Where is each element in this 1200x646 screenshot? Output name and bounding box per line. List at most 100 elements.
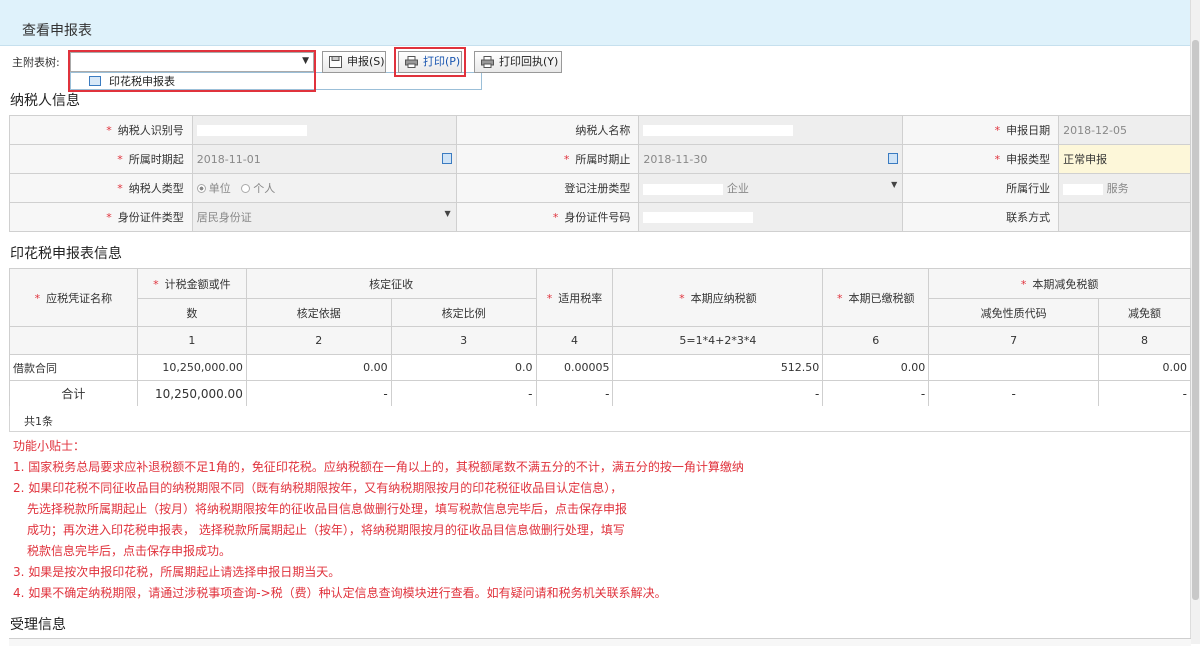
cell-relief-code[interactable] (928, 354, 1100, 381)
tip-2-line-3: 成功；再次进入印花税申报表， 选择税款所属期起止（按年），将纳税期限按月的征收品… (27, 523, 625, 537)
col-number-3: 3 (390, 326, 537, 355)
print-receipt-button[interactable]: 打印回执(Y) (474, 51, 562, 73)
contact-label: 联系方式 (902, 202, 1060, 232)
tip-3: 3. 如果是按次申报印花税，所属期起止请选择申报日期当天。 (13, 565, 341, 579)
declare-type-field[interactable]: 正常申报 (1058, 144, 1191, 174)
industry-label: 所属行业 (902, 173, 1060, 203)
calendar-icon[interactable] (888, 153, 899, 164)
registration-type-label: 登记注册类型 (455, 173, 640, 203)
col-relief: * 本期减免税额 (928, 268, 1191, 299)
taxpayer-section-title: 纳税人信息 (10, 93, 80, 109)
col-assessed: 核定征收 (245, 268, 537, 299)
col-voucher-name: * 应税凭证名称 (9, 268, 138, 327)
page-title-bar: 查看申报表 (0, 0, 1190, 46)
tips-title: 功能小贴士： (13, 439, 86, 453)
taxpayer-info-table: * 纳税人识别号 纳税人名称 * 申报日期 2018-12-05 * 所属时期起 20… (9, 115, 1191, 232)
id-number-field[interactable] (638, 202, 904, 232)
scrollbar-thumb[interactable] (1192, 40, 1199, 600)
cell-basis[interactable]: 0.00 (245, 354, 392, 381)
col-assessed-ratio: 核定比例 (390, 298, 537, 327)
total-relief: - (1098, 380, 1191, 407)
vertical-scrollbar[interactable] (1190, 0, 1200, 644)
tips-panel: 功能小贴士： 1. 国家税务总局要求应补退税额不足1角的，免征印花税。应纳税额在… (13, 436, 744, 604)
period-start-label: * 所属时期起 (9, 144, 193, 174)
total-payable: - (612, 380, 824, 407)
page-title: 查看申报表 (22, 23, 92, 39)
accept-section-title: 受理信息 (10, 617, 66, 633)
total-label: 合计 (9, 380, 138, 407)
calendar-icon[interactable] (441, 153, 452, 164)
declare-date-label: * 申报日期 (902, 115, 1060, 145)
col-paid: * 本期已缴税额 (822, 268, 930, 327)
col-relief-code: 减免性质代码 (928, 298, 1100, 327)
printer-icon (405, 56, 418, 68)
declare-type-label: * 申报类型 (902, 144, 1060, 174)
registration-type-select[interactable]: 企业 ▼ (638, 173, 904, 203)
form-icon (89, 76, 101, 86)
cell-ratio[interactable]: 0.0 (390, 354, 537, 381)
chevron-down-icon[interactable]: ▼ (891, 180, 897, 189)
tip-1: 1. 国家税务总局要求应补退税额不足1角的，免征印花税。应纳税额在一角以上的，其… (13, 460, 744, 474)
record-count: 共1条 (24, 415, 53, 428)
col-payable: * 本期应纳税额 (612, 268, 824, 327)
total-amount: 10,250,000.00 (136, 380, 247, 407)
stamp-section-title: 印花税申报表信息 (10, 246, 122, 262)
taxpayer-id-label: * 纳税人识别号 (9, 115, 193, 145)
tip-4: 4. 如果不确定纳税期限，请通过涉税事项查询->税（费）种认定信息查询模块进行查… (13, 586, 667, 600)
period-end-label: * 所属时期止 (455, 144, 640, 174)
col-number-5: 5=1*4+2*3*4 (612, 326, 824, 355)
col-assessed-basis: 核定依据 (245, 298, 392, 327)
total-rate: - (535, 380, 614, 407)
taxpayer-id-field[interactable] (191, 115, 457, 145)
id-type-select[interactable]: 居民身份证 ▼ (191, 202, 457, 232)
col-tax-amount-2: 数 (136, 298, 247, 327)
total-code: - (928, 380, 1100, 407)
stamp-tax-table: * 应税凭证名称 * 计税金额或件 核定征收 * 适用税率 * 本期应纳税额 * 本期已缴… (9, 268, 1191, 407)
col-number-4: 4 (535, 326, 614, 355)
col-number-2: 2 (245, 326, 392, 355)
printer-icon (481, 56, 494, 68)
col-tax-amount: * 计税金额或件 (136, 268, 247, 299)
print-button[interactable]: 打印(P) (398, 51, 462, 73)
col-number-8: 8 (1098, 326, 1191, 355)
col-rate: * 适用税率 (535, 268, 614, 327)
contact-field[interactable] (1058, 202, 1191, 232)
chevron-down-icon[interactable]: ▼ (444, 209, 450, 218)
cell-relief[interactable]: 0.00 (1098, 354, 1191, 381)
taxpayer-name-field[interactable] (638, 115, 904, 145)
tip-2-line-2: 先选择税款所属期起止（按月）将纳税期限按年的征收品目信息做删行处理，填写税款信息… (27, 502, 628, 516)
total-basis: - (245, 380, 392, 407)
period-end-field[interactable]: 2018-11-30 (638, 144, 904, 174)
declare-button[interactable]: 申报(S) (322, 51, 386, 73)
taxpayer-name-label: 纳税人名称 (455, 115, 640, 145)
col-number-6: 6 (822, 326, 930, 355)
record-count-bar: 共1条 (9, 406, 1191, 432)
tip-2: 2. 如果印花税不同征收品目的纳税期限不同（既有纳税期限按年，又有纳税期限按月的… (13, 481, 623, 495)
period-start-field[interactable]: 2018-11-01 (191, 144, 457, 174)
col-number-7: 7 (928, 326, 1100, 355)
table-row[interactable]: 借款合同 10,250,000.00 0.00 0.0 0.00005 512.… (9, 354, 1191, 381)
chevron-down-icon[interactable]: ▼ (302, 56, 309, 66)
cell-payable: 512.50 (612, 354, 824, 381)
col-relief-amount: 减免额 (1098, 298, 1191, 327)
save-icon (329, 56, 342, 68)
dropdown-item-stamp-tax-form[interactable]: 印花税申报表 (87, 74, 327, 89)
industry-field[interactable]: 服务 (1058, 173, 1191, 203)
declare-date-field[interactable]: 2018-12-05 (1058, 115, 1191, 145)
col-number-blank (9, 326, 138, 355)
accept-info-table (9, 638, 1191, 646)
attach-tree-select[interactable]: ▼ (70, 52, 314, 72)
cell-paid[interactable]: 0.00 (822, 354, 930, 381)
radio-unit[interactable] (196, 184, 206, 193)
id-number-label: * 身份证件号码 (455, 202, 640, 232)
radio-individual[interactable] (241, 184, 251, 193)
taxpayer-type-radios: 单位 个人 (191, 173, 457, 203)
cell-voucher-name: 借款合同 (9, 354, 138, 381)
total-row: 合计 10,250,000.00 - - - - - - - (9, 380, 1191, 407)
col-number-1: 1 (136, 326, 247, 355)
id-type-label: * 身份证件类型 (9, 202, 193, 232)
cell-amount[interactable]: 10,250,000.00 (136, 354, 247, 381)
total-ratio: - (390, 380, 537, 407)
attach-tree-dropdown: 印花税申报表 (70, 72, 482, 90)
taxpayer-type-label: * 纳税人类型 (9, 173, 193, 203)
